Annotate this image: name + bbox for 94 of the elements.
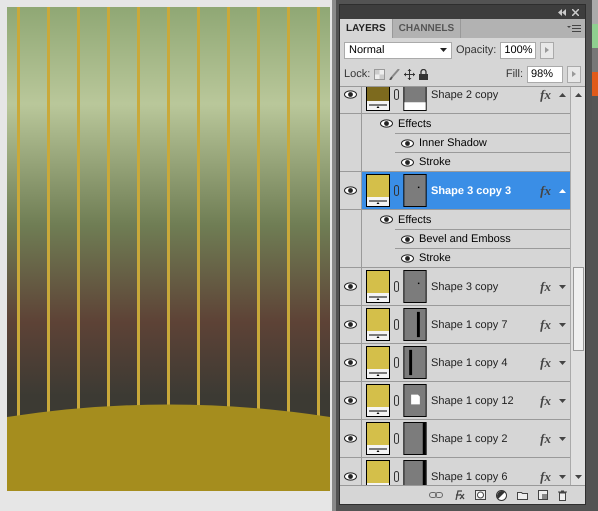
fx-label: fx <box>540 354 551 370</box>
layer-row[interactable]: Shape 1 copy 12 fx <box>340 382 570 420</box>
layer-name: Shape 3 copy <box>431 280 500 292</box>
layer-name: Shape 1 copy 6 <box>431 470 508 482</box>
blend-mode-dropdown[interactable]: Normal <box>344 42 452 58</box>
layer-row[interactable]: Shape 1 copy 4 fx <box>340 344 570 382</box>
fx-label: fx <box>540 182 551 198</box>
link-icon[interactable] <box>429 492 443 498</box>
fx-label: fx <box>540 430 551 446</box>
scroll-down-icon[interactable] <box>574 475 582 479</box>
vector-mask-thumbnail <box>403 422 427 455</box>
expand-caret-icon[interactable] <box>559 398 566 402</box>
expand-caret-icon[interactable] <box>559 322 566 326</box>
adjustment-icon[interactable] <box>496 490 507 500</box>
layer-name: Shape 2 copy <box>431 88 500 100</box>
panel-tab[interactable]: LAYERS <box>340 19 393 38</box>
collapse-caret-icon[interactable] <box>559 188 566 192</box>
move-icon[interactable] <box>404 68 416 80</box>
eye-icon[interactable] <box>401 254 414 262</box>
brush-icon[interactable] <box>389 68 400 80</box>
chain-link-icon <box>394 281 399 292</box>
fx-label: fx <box>540 87 551 102</box>
layer-row[interactable]: Shape 1 copy 2 fx <box>340 420 570 458</box>
fill-label: Fill: <box>506 68 523 80</box>
expand-caret-icon[interactable] <box>559 284 566 288</box>
folder-icon[interactable] <box>517 490 528 500</box>
layer-row[interactable]: Shape 1 copy 7 fx <box>340 306 570 344</box>
lock-label: Lock: <box>344 68 370 80</box>
vector-mask-thumbnail <box>403 270 427 303</box>
collapse-icon[interactable] <box>558 8 566 16</box>
chain-link-icon <box>394 185 399 196</box>
layer-row[interactable]: Shape 3 copy fx <box>340 268 570 306</box>
layer-name: Shape 1 copy 2 <box>431 432 508 444</box>
vector-mask-thumbnail <box>403 87 427 111</box>
effect-name: Stroke <box>419 156 451 168</box>
chain-link-icon <box>394 357 399 368</box>
vector-mask-thumbnail <box>403 384 427 417</box>
scrollbar-thumb[interactable] <box>572 267 584 351</box>
fx-label: fx <box>540 392 551 408</box>
fx-label: fx <box>540 278 551 294</box>
expand-caret-icon[interactable] <box>559 436 566 440</box>
opacity-label: Opacity: <box>456 44 496 56</box>
fill-field[interactable]: 98% <box>527 66 563 82</box>
chain-link-icon <box>394 89 399 100</box>
layer-name: Shape 3 copy 3 <box>431 184 512 196</box>
padlock-icon[interactable] <box>419 68 428 80</box>
trash-icon[interactable] <box>558 490 567 500</box>
close-icon[interactable] <box>572 8 579 16</box>
eye-icon[interactable] <box>401 234 414 244</box>
layer-name: Shape 1 copy 7 <box>431 318 508 330</box>
right-arrow-icon <box>545 47 550 53</box>
layer-row[interactable]: Shape 2 copy fx <box>340 87 570 114</box>
collapse-caret-icon[interactable] <box>559 92 566 96</box>
opacity-slider-button[interactable] <box>540 42 554 58</box>
eye-icon[interactable] <box>344 472 357 481</box>
panel-menu-icon[interactable] <box>567 24 581 32</box>
vector-mask-thumbnail <box>403 174 427 207</box>
eye-icon[interactable] <box>344 90 357 99</box>
eye-icon[interactable] <box>344 282 357 291</box>
chain-link-icon <box>394 471 399 482</box>
effects-label: Effects <box>398 214 432 226</box>
eye-icon[interactable] <box>401 158 414 166</box>
eye-icon[interactable] <box>344 358 357 367</box>
layer-name: Shape 1 copy 4 <box>431 356 508 368</box>
chain-link-icon <box>394 395 399 406</box>
layer-name: Shape 1 copy 12 <box>431 394 515 406</box>
eye-icon[interactable] <box>401 138 414 148</box>
eye-icon[interactable] <box>380 119 393 128</box>
fx-label: fx <box>540 316 551 332</box>
eye-icon[interactable] <box>344 396 357 405</box>
new-layer-icon[interactable] <box>538 490 548 500</box>
expand-caret-icon[interactable] <box>559 474 566 478</box>
chain-link-icon <box>394 433 399 444</box>
fx-menu-icon[interactable] <box>453 490 465 500</box>
fx-label: fx <box>540 468 551 484</box>
eye-icon[interactable] <box>344 434 357 443</box>
fill-slider-button[interactable] <box>567 66 581 82</box>
scroll-up-icon[interactable] <box>574 93 582 97</box>
eye-icon[interactable] <box>344 186 357 195</box>
effect-name: Inner Shadow <box>419 137 487 149</box>
effect-name: Stroke <box>419 252 451 264</box>
vector-mask-thumbnail <box>403 460 427 485</box>
opacity-field[interactable]: 100% <box>500 42 536 58</box>
chain-link-icon <box>394 319 399 330</box>
effects-label: Effects <box>398 118 432 130</box>
mask-icon[interactable] <box>475 490 486 500</box>
vector-mask-thumbnail <box>403 346 427 379</box>
right-arrow-icon <box>572 71 576 77</box>
effect-name: Bevel and Emboss <box>419 233 511 245</box>
dropdown-caret-icon <box>440 48 447 52</box>
eye-icon[interactable] <box>380 215 393 224</box>
eye-icon[interactable] <box>344 320 357 329</box>
expand-caret-icon[interactable] <box>559 360 566 364</box>
vector-mask-thumbnail <box>403 308 427 341</box>
